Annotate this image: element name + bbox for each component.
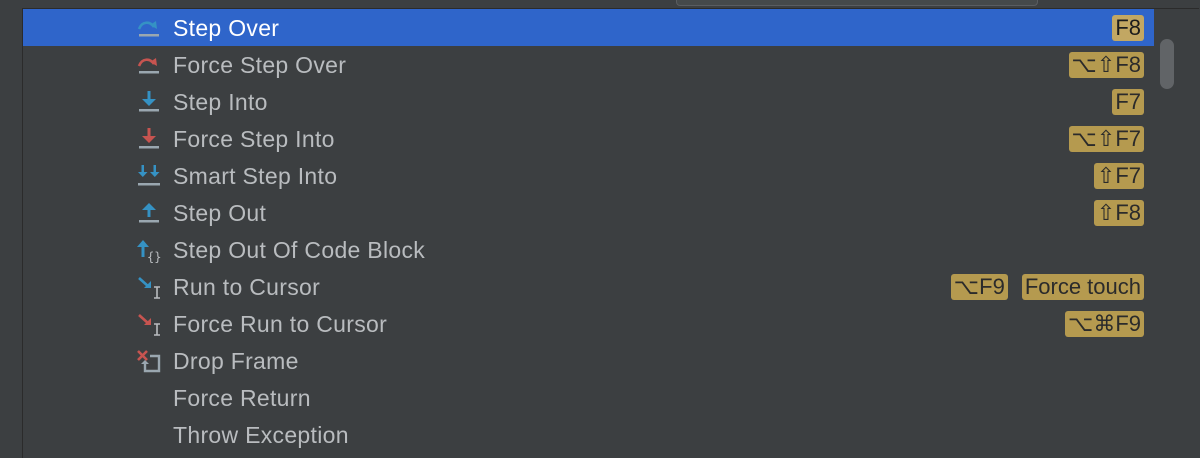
step-over-icon	[136, 15, 162, 41]
shortcut-group: ⌥⇧F7	[1068, 126, 1144, 152]
shortcut-badge: ⇧F8	[1093, 200, 1144, 226]
shortcut-badge: ⌥⇧F8	[1068, 52, 1144, 78]
menu-item-step-over[interactable]: Step Over F8	[23, 9, 1154, 46]
menu-item-label: Smart Step Into	[173, 163, 338, 189]
force-step-over-icon	[136, 52, 162, 78]
menu-item-force-return[interactable]: Force Return	[23, 379, 1154, 416]
menu-item-label: Force Run to Cursor	[173, 311, 388, 337]
menu-item-label: Step Into	[173, 89, 268, 115]
svg-text:{}: {}	[147, 250, 161, 263]
debug-actions-popup: Step Over F8 Force Step Over ⌥⇧F8 Step Into F…	[22, 8, 1199, 458]
smart-step-into-icon	[136, 163, 162, 189]
shortcut-badge: ⌥F9	[950, 274, 1008, 300]
step-out-code-block-icon: {}	[136, 237, 162, 263]
shortcut-group: F8	[1112, 15, 1144, 41]
menu-item-label: Run to Cursor	[173, 274, 321, 300]
menu-item-step-into[interactable]: Step Into F7	[23, 83, 1154, 120]
scrollbar-thumb[interactable]	[1160, 39, 1174, 89]
shortcut-group: ⌥⇧F8	[1068, 52, 1144, 78]
step-out-icon	[136, 200, 162, 226]
menu-item-label: Step Out	[173, 200, 267, 226]
menu-item-label: Force Step Over	[173, 52, 347, 78]
shortcut-badge: F7	[1112, 89, 1144, 115]
shortcut-group: ⇧F7	[1093, 163, 1144, 189]
menu-item-label: Throw Exception	[173, 422, 349, 448]
menu-item-force-step-into[interactable]: Force Step Into ⌥⇧F7	[23, 120, 1154, 157]
drop-frame-icon	[136, 348, 162, 374]
menu-item-label: Force Return	[173, 385, 311, 411]
shortcut-group: F7	[1112, 89, 1144, 115]
shortcut-badge: ⇧F7	[1093, 163, 1144, 189]
menu-item-label: Step Over	[173, 15, 280, 41]
shortcut-badge: ⌥⌘F9	[1064, 311, 1144, 337]
force-step-into-icon	[136, 126, 162, 152]
menu-item-label: Force Step Into	[173, 126, 335, 152]
menu-item-force-step-over[interactable]: Force Step Over ⌥⇧F8	[23, 46, 1154, 83]
menu-item-drop-frame[interactable]: Drop Frame	[23, 342, 1154, 379]
menu-item-step-out-of-code-block[interactable]: {} Step Out Of Code Block	[23, 231, 1154, 268]
menu-item-run-to-cursor[interactable]: Run to Cursor ⌥F9 Force touch	[23, 268, 1154, 305]
run-to-cursor-icon	[136, 274, 162, 300]
shortcut-group: ⌥⌘F9	[1064, 311, 1144, 337]
shortcut-group: ⇧F8	[1093, 200, 1144, 226]
menu-item-smart-step-into[interactable]: Smart Step Into ⇧F7	[23, 157, 1154, 194]
menu-item-label: Drop Frame	[173, 348, 299, 374]
shortcut-badge: F8	[1112, 15, 1144, 41]
menu-item-step-out[interactable]: Step Out ⇧F8	[23, 194, 1154, 231]
shortcut-group: ⌥F9 Force touch	[950, 274, 1144, 300]
shortcut-badge: Force touch	[1021, 274, 1144, 300]
force-run-to-cursor-icon	[136, 311, 162, 337]
menu-item-label: Step Out Of Code Block	[173, 237, 426, 263]
search-field[interactable]	[676, 0, 1038, 6]
shortcut-badge: ⌥⇧F7	[1068, 126, 1144, 152]
menu-item-force-run-to-cursor[interactable]: Force Run to Cursor ⌥⌘F9	[23, 305, 1154, 342]
menu-item-throw-exception[interactable]: Throw Exception	[23, 416, 1154, 453]
step-into-icon	[136, 89, 162, 115]
